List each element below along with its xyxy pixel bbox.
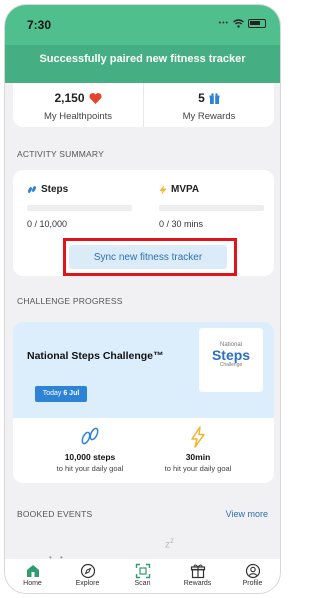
gift-icon bbox=[209, 92, 220, 104]
tab-scan[interactable]: Scan bbox=[115, 559, 170, 593]
steps-goal-subtitle: to hit your daily goal bbox=[56, 464, 124, 473]
scan-icon bbox=[135, 563, 150, 579]
status-icons: ••• bbox=[219, 19, 266, 28]
signal-icon: ••• bbox=[218, 20, 229, 27]
healthpoints-label: My Healthpoints bbox=[43, 111, 113, 122]
lightning-icon bbox=[159, 184, 167, 195]
view-more-link[interactable]: View more bbox=[226, 509, 268, 519]
steps-goal-value: 10,000 steps bbox=[64, 452, 116, 462]
today-date-badge: Today 6 Jul bbox=[35, 386, 87, 402]
tab-scan-label: Scan bbox=[134, 580, 151, 587]
profile-icon bbox=[245, 563, 260, 579]
wifi-icon bbox=[233, 19, 244, 28]
challenge-title: National Steps Challenge™ bbox=[27, 350, 164, 362]
battery-icon bbox=[248, 19, 266, 28]
tab-home-label: Home bbox=[23, 580, 42, 587]
time-goal: 30min to hit your daily goal bbox=[143, 426, 253, 473]
mvpa-label: MVPA bbox=[171, 184, 200, 195]
national-steps-logo: National Steps Challenge bbox=[199, 328, 263, 392]
steps-block: Steps 0 / 10,000 bbox=[27, 184, 132, 229]
today-date: 6 Jul bbox=[63, 390, 80, 397]
time-goal-value: 30min bbox=[185, 452, 211, 462]
events-section-title: BOOKED EVENTS bbox=[17, 509, 93, 519]
today-label: Today bbox=[42, 390, 62, 397]
healthpoints-block[interactable]: 2,150 My Healthpoints bbox=[13, 83, 143, 127]
healthpoints-value: 2,150 bbox=[54, 91, 85, 105]
rewards-block[interactable]: 5 My Rewards bbox=[143, 83, 274, 127]
tab-rewards-label: Rewards bbox=[183, 580, 212, 587]
challenge-card[interactable]: National Steps Challenge™ National Steps… bbox=[13, 322, 274, 483]
footsteps-icon bbox=[28, 186, 36, 193]
rewards-value: 5 bbox=[198, 91, 205, 105]
mvpa-progress-bar bbox=[159, 205, 264, 211]
gift-outline-icon bbox=[190, 564, 205, 579]
footsteps-outline-icon bbox=[81, 427, 99, 445]
tab-explore[interactable]: Explore bbox=[60, 559, 115, 593]
rewards-label: My Rewards bbox=[182, 111, 236, 122]
challenge-section-title: CHALLENGE PROGRESS bbox=[17, 296, 123, 306]
tab-profile-label: Profile bbox=[242, 580, 263, 587]
tab-explore-label: Explore bbox=[75, 580, 100, 587]
phone-screen: 7:30 ••• Successfully paired new fitness… bbox=[4, 4, 281, 594]
steps-goal: 10,000 steps to hit your daily goal bbox=[35, 426, 145, 473]
time-goal-subtitle: to hit your daily goal bbox=[164, 464, 232, 473]
steps-progress-bar bbox=[27, 205, 132, 211]
activity-section-title: ACTIVITY SUMMARY bbox=[17, 149, 104, 159]
heart-icon bbox=[88, 92, 102, 104]
sleep-zz-icon: zz bbox=[165, 535, 175, 551]
steps-value: 0 / 10,000 bbox=[27, 219, 68, 229]
lightning-outline-icon bbox=[191, 426, 205, 448]
tab-home[interactable]: Home bbox=[5, 559, 60, 593]
status-time: 7:30 bbox=[27, 18, 52, 32]
tab-rewards[interactable]: Rewards bbox=[170, 559, 225, 593]
sync-fitness-tracker-button[interactable]: Sync new fitness tracker bbox=[69, 245, 227, 269]
tab-profile[interactable]: Profile bbox=[225, 559, 280, 593]
points-card: 2,150 My Healthpoints 5 My Rewards bbox=[13, 83, 274, 127]
steps-label: Steps bbox=[41, 184, 69, 195]
toast-message: Successfully paired new fitness tracker bbox=[39, 53, 246, 65]
bottom-tab-bar: Home Explore Scan Rewards Profile bbox=[5, 559, 280, 593]
home-icon bbox=[26, 565, 39, 577]
mvpa-block: MVPA 0 / 30 mins bbox=[159, 184, 264, 229]
compass-icon bbox=[80, 563, 95, 579]
mvpa-value: 0 / 30 mins bbox=[159, 219, 204, 229]
